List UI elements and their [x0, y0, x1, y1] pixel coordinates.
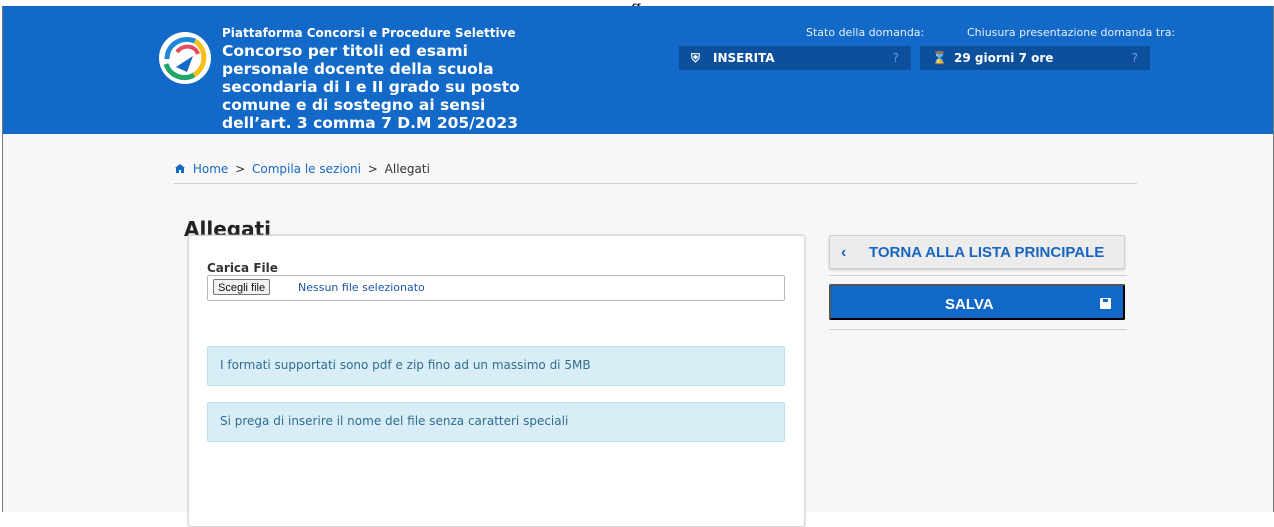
platform-name: Piattaforma Concorsi e Procedure Seletti…: [222, 26, 516, 40]
breadcrumb-separator: >: [367, 162, 378, 176]
site-header: Piattaforma Concorsi e Procedure Seletti…: [3, 6, 1273, 134]
home-icon[interactable]: [174, 163, 186, 177]
closing-help-icon[interactable]: ?: [1132, 51, 1138, 65]
action-divider: [829, 329, 1127, 330]
closing-label: Chiusura presentazione domanda tra:: [967, 26, 1176, 39]
status-value: INSERITA: [713, 51, 775, 65]
breadcrumb-compile-link[interactable]: Compila le sezioni: [252, 162, 361, 176]
shield-icon: ⛨: [691, 51, 701, 65]
supported-formats-alert: I formati supportati sono pdf e zip fino…: [207, 346, 785, 386]
save-button-label: SALVA: [945, 296, 994, 313]
hourglass-icon: ⌛: [932, 51, 947, 65]
chevron-left-icon: ‹: [841, 244, 847, 261]
application-frame: g Piattaforma Concorsi e Procedure Selet…: [2, 0, 1274, 527]
supported-formats-text: I formati supportati sono pdf e zip fino…: [220, 358, 591, 372]
breadcrumb-home-link[interactable]: Home: [193, 162, 228, 176]
save-button[interactable]: SALVA: [829, 284, 1125, 320]
status-label: Stato della domanda:: [806, 26, 925, 39]
selected-file-status: Nessun file selezionato: [298, 281, 425, 294]
contest-title: Concorso per titoli ed esami personale d…: [222, 42, 520, 132]
breadcrumb: Home > Compila le sezioni > Allegati: [174, 162, 430, 177]
breadcrumb-divider: [174, 183, 1137, 184]
platform-logo-icon: [159, 32, 211, 84]
action-divider: [829, 275, 1127, 276]
breadcrumb-current: Allegati: [384, 162, 430, 176]
filename-guidance-alert: Si prega di inserire il nome del file se…: [207, 402, 785, 442]
breadcrumb-separator: >: [235, 162, 246, 176]
filename-guidance-text: Si prega di inserire il nome del file se…: [220, 414, 569, 428]
closing-field: ⌛ 29 giorni 7 ore ?: [920, 46, 1150, 70]
file-upload-label: Carica File: [207, 261, 278, 275]
back-to-main-list-button[interactable]: ‹ TORNA ALLA LISTA PRINCIPALE: [829, 235, 1125, 269]
file-input[interactable]: Scegli file Nessun file selezionato: [207, 275, 785, 301]
status-help-icon[interactable]: ?: [893, 51, 899, 65]
closing-value: 29 giorni 7 ore: [954, 51, 1054, 65]
save-icon: [1100, 298, 1111, 309]
choose-file-button[interactable]: Scegli file: [213, 279, 271, 295]
status-field: ⛨ INSERITA ?: [679, 46, 911, 70]
back-button-label: TORNA ALLA LISTA PRINCIPALE: [869, 244, 1105, 261]
attachments-panel: Carica File Scegli file Nessun file sele…: [188, 235, 805, 527]
